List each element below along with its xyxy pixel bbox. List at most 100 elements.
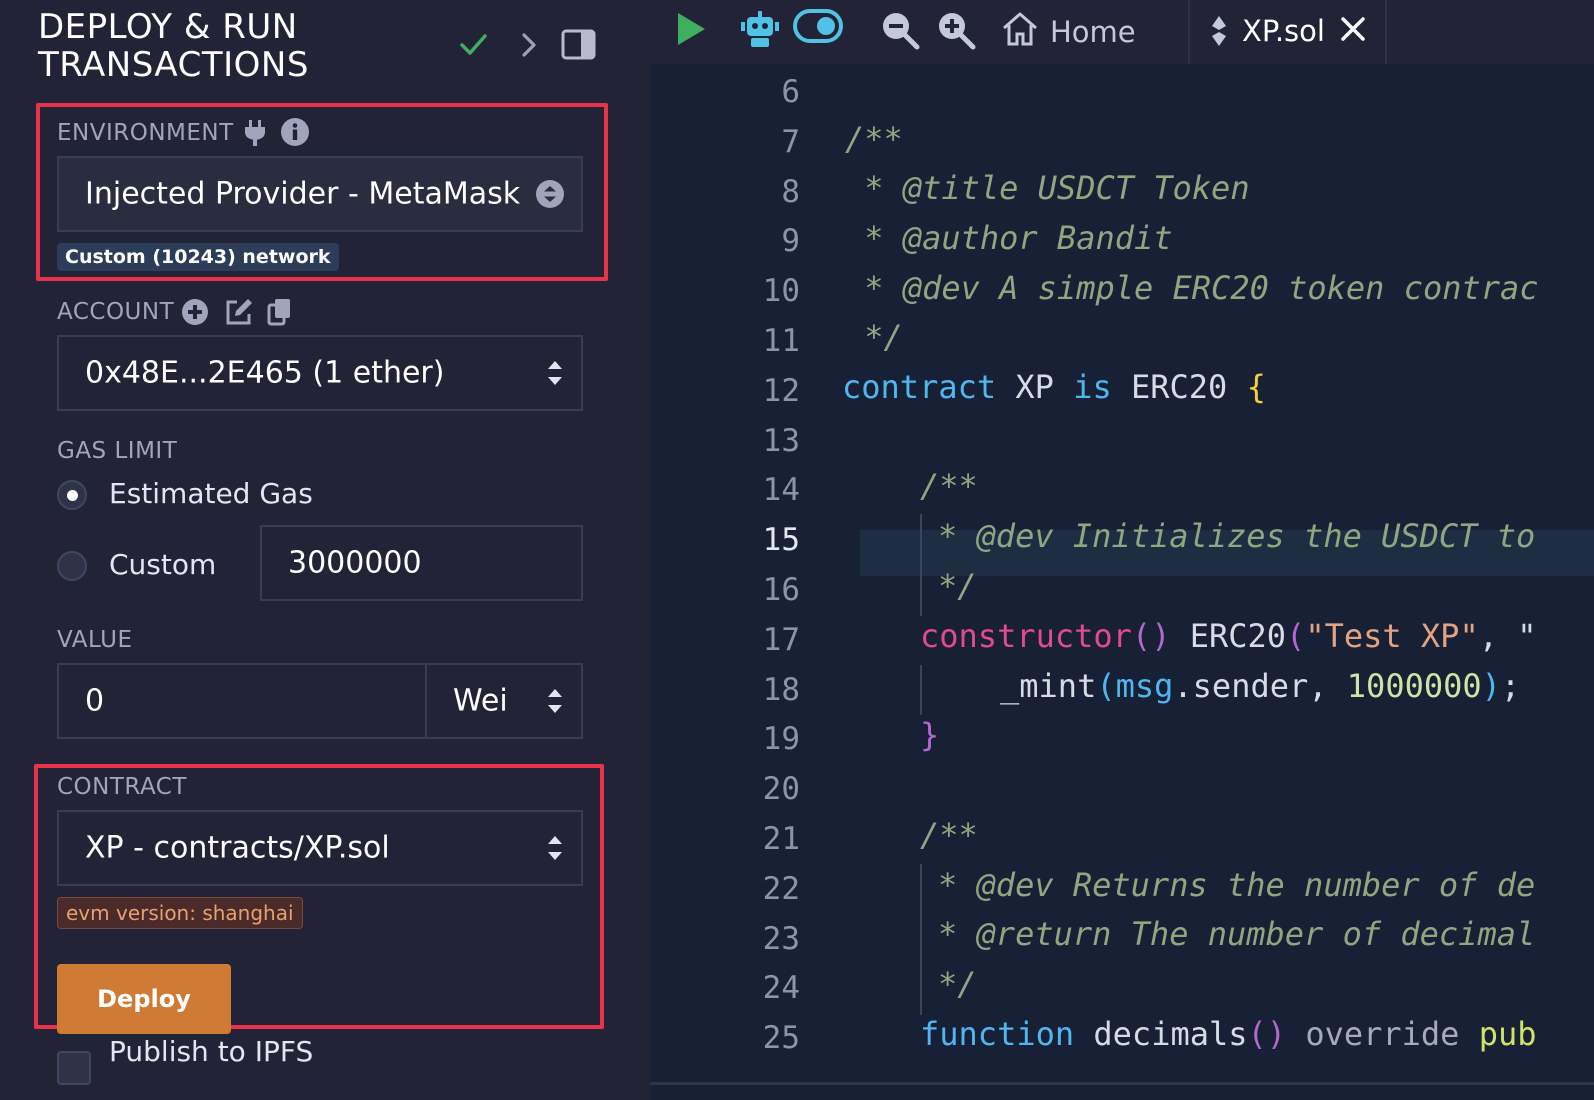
punctuation: , " <box>1478 617 1537 655</box>
code-line-9[interactable]: * @author Bandit <box>845 219 1172 257</box>
chevron-right-icon[interactable] <box>517 30 541 60</box>
estimated-gas-label: Estimated Gas <box>109 477 313 510</box>
close-icon[interactable] <box>1340 16 1366 42</box>
keyword: override <box>1286 1015 1479 1053</box>
info-icon[interactable] <box>280 117 310 147</box>
value-amount-input[interactable]: 0 <box>57 663 427 739</box>
identifier: msg <box>1115 667 1174 705</box>
code-line-14[interactable]: /** <box>920 467 978 505</box>
xp-sol-tab[interactable]: XP.sol <box>1242 14 1325 48</box>
copy-icon[interactable] <box>267 297 293 327</box>
line-number: 7 <box>781 123 800 160</box>
publish-ipfs-checkbox[interactable] <box>57 1051 91 1085</box>
line-number: 15 <box>762 522 800 559</box>
code-line-18[interactable]: _mint(msg.sender, 1000000); <box>1000 667 1520 705</box>
account-select-value: 0x48E...2E465 (1 ether) <box>85 355 445 391</box>
environment-select-value: Injected Provider - MetaMask <box>85 176 521 212</box>
select-arrows-icon <box>536 180 564 208</box>
custom-gas-input[interactable]: 3000000 <box>260 525 583 601</box>
code-line-22[interactable]: * @dev Returns the number of de <box>938 866 1535 904</box>
evm-version-badge: evm version: shanghai <box>57 897 303 929</box>
zoom-in-icon[interactable] <box>936 10 976 50</box>
code-line-10[interactable]: * @dev A simple ERC20 token contrac <box>845 269 1538 307</box>
check-icon[interactable] <box>458 30 488 60</box>
line-number: 12 <box>762 372 800 409</box>
contract-select[interactable]: XP - contracts/XP.sol <box>57 810 583 886</box>
line-number: 25 <box>762 1020 800 1057</box>
brace: { <box>1246 368 1266 406</box>
environment-label: ENVIRONMENT <box>57 120 234 146</box>
code-line-24[interactable]: */ <box>938 965 977 1003</box>
line-number: 24 <box>762 970 800 1007</box>
line-number: 20 <box>762 771 800 808</box>
paren: ( <box>1286 617 1306 655</box>
line-number: 6 <box>781 74 800 110</box>
code-line-7[interactable]: /** <box>845 120 903 158</box>
play-icon[interactable] <box>674 10 708 48</box>
code-line-15[interactable]: * @dev Initializes the USDCT to <box>938 517 1535 555</box>
editor-toolbar: Home XP.sol <box>650 0 1594 64</box>
keyword: function <box>920 1015 1075 1053</box>
indent-guide <box>920 665 922 715</box>
keyword: pub <box>1478 1015 1537 1053</box>
code-line-25[interactable]: function decimals() override pub <box>920 1015 1537 1053</box>
line-number: 13 <box>762 422 800 459</box>
code-editor: Home XP.sol 6 7 8 9 10 11 12 13 14 15 16 17 18 19 20 21… <box>650 0 1594 1100</box>
punctuation: .sender, <box>1173 667 1347 705</box>
network-badge: Custom (10243) network <box>57 243 339 271</box>
home-tab[interactable]: Home <box>1050 15 1136 49</box>
contract-label: CONTRACT <box>57 774 187 800</box>
account-select[interactable]: 0x48E...2E465 (1 ether) <box>57 335 583 411</box>
code-line-19[interactable]: } <box>920 716 939 754</box>
robot-icon[interactable] <box>740 10 780 50</box>
code-line-21[interactable]: /** <box>920 816 978 854</box>
line-number: 18 <box>762 671 800 708</box>
identifier: decimals <box>1074 1015 1248 1053</box>
value-unit: Wei <box>453 683 508 719</box>
add-account-icon[interactable] <box>181 298 209 326</box>
value-unit-select[interactable]: Wei <box>425 663 583 739</box>
home-icon[interactable] <box>1001 10 1039 48</box>
custom-gas-radio[interactable] <box>57 551 87 581</box>
code-line-16[interactable]: */ <box>938 567 977 605</box>
gas-limit-label: GAS LIMIT <box>57 438 178 464</box>
code-line-11[interactable]: */ <box>845 318 903 356</box>
deploy-run-panel: DEPLOY & RUN TRANSACTIONS ENVIRONMENT In… <box>0 0 642 1100</box>
code-line-8[interactable]: * @title USDCT Token <box>845 169 1249 207</box>
environment-select[interactable]: Injected Provider - MetaMask <box>57 156 583 232</box>
panel-toggle-icon[interactable] <box>561 28 597 62</box>
indent-guide <box>920 514 922 616</box>
identifier: ERC20 <box>1111 368 1247 406</box>
line-number: 21 <box>762 821 800 857</box>
custom-gas-label: Custom <box>109 548 217 581</box>
solidity-file-icon <box>1212 16 1226 46</box>
parens: () <box>1247 1015 1287 1053</box>
identifier: ERC20 <box>1170 617 1287 655</box>
toggle-switch-icon[interactable] <box>792 8 844 44</box>
code-line-17[interactable]: constructor() ERC20("Test XP", " <box>920 617 1537 655</box>
line-number: 14 <box>762 472 800 509</box>
paren: ) <box>1481 667 1501 705</box>
string: "Test XP" <box>1305 617 1479 655</box>
line-number: 11 <box>762 323 800 359</box>
select-arrows-icon <box>548 361 562 385</box>
select-arrows-icon <box>548 689 562 713</box>
line-number-gutter: 6 7 8 9 10 11 12 13 14 15 16 17 18 19 20 21 22 23 24 25 <box>650 70 860 1080</box>
deploy-button[interactable]: Deploy <box>57 964 231 1034</box>
code-line-23[interactable]: * @return The number of decimal <box>938 915 1535 953</box>
estimated-gas-radio[interactable] <box>57 480 87 510</box>
line-number: 8 <box>781 173 800 210</box>
line-number: 17 <box>762 621 800 658</box>
custom-gas-value: 3000000 <box>288 545 422 581</box>
edit-icon[interactable] <box>224 297 254 327</box>
select-arrows-icon <box>548 836 562 860</box>
horizontal-scrollbar[interactable] <box>650 1082 1594 1085</box>
indent-guide <box>920 864 922 1015</box>
line-number: 19 <box>762 721 800 758</box>
paren: ( <box>1096 667 1116 705</box>
code-line-12[interactable]: contract XP is ERC20 { <box>842 368 1266 406</box>
publish-ipfs-label: Publish to IPFS <box>109 1035 314 1068</box>
tab-divider <box>1385 0 1387 64</box>
zoom-out-icon[interactable] <box>880 10 920 50</box>
number: 1000000 <box>1346 667 1482 705</box>
